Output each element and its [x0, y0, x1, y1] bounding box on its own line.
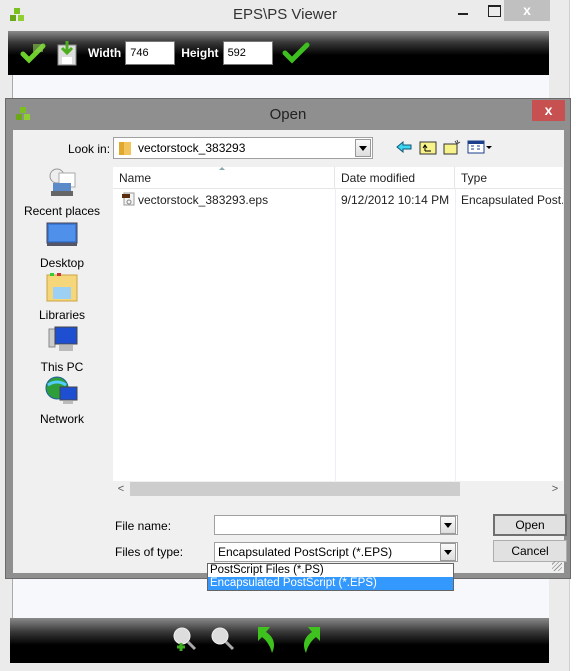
files-of-type-dropdown: PostScript Files (*.PS) Encapsulated Pos…: [207, 563, 454, 591]
files-of-type-combo[interactable]: Encapsulated PostScript (*.EPS): [214, 542, 458, 562]
rotate-right-icon[interactable]: [296, 624, 326, 656]
open-folder-icon[interactable]: [18, 38, 48, 68]
this-pc-icon: [48, 326, 78, 351]
column-header-type[interactable]: Type: [455, 167, 563, 189]
eps-file-icon: [122, 192, 135, 206]
look-in-combo[interactable]: vectorstock_383293: [113, 137, 373, 159]
file-date-cell: 9/12/2012 10:14 PM: [341, 193, 450, 207]
rotate-left-icon[interactable]: [252, 624, 282, 656]
up-folder-icon[interactable]: [419, 139, 437, 155]
height-input[interactable]: [222, 41, 273, 65]
zoom-out-icon[interactable]: [208, 624, 238, 656]
open-button[interactable]: Open: [493, 514, 567, 536]
save-icon[interactable]: [52, 38, 82, 68]
dialog-body: Look in: vectorstock_383293 Recent place…: [13, 130, 567, 573]
dropdown-option-ps[interactable]: PostScript Files (*.PS): [208, 564, 453, 577]
bottom-toolbar: [10, 618, 549, 663]
place-this-pc[interactable]: This PC: [13, 323, 111, 374]
look-in-label: Look in:: [68, 142, 111, 156]
chevron-down-icon[interactable]: [355, 139, 371, 157]
minimize-button[interactable]: [450, 0, 478, 21]
height-label: Height: [181, 46, 219, 60]
place-network[interactable]: Network: [13, 375, 111, 426]
width-label: Width: [88, 46, 122, 60]
files-of-type-value: Encapsulated PostScript (*.EPS): [218, 545, 393, 559]
scroll-left-icon[interactable]: <: [113, 481, 129, 497]
file-row[interactable]: vectorstock_383293.eps 9/12/2012 10:14 P…: [113, 190, 563, 210]
file-type-cell: Encapsulated Post...: [461, 193, 563, 207]
place-recent-places[interactable]: Recent places: [13, 167, 111, 218]
file-list-header: Name Date modified Type: [113, 167, 563, 189]
main-toolbar: Width Height: [8, 31, 549, 75]
zoom-in-icon[interactable]: [170, 624, 200, 656]
column-divider: [455, 189, 456, 481]
place-desktop[interactable]: Desktop: [13, 219, 111, 270]
desktop-icon: [46, 222, 78, 246]
scroll-right-icon[interactable]: >: [547, 481, 563, 497]
dropdown-option-eps[interactable]: Encapsulated PostScript (*.EPS): [208, 577, 453, 590]
chevron-down-icon[interactable]: [440, 543, 456, 561]
cancel-button[interactable]: Cancel: [493, 540, 567, 562]
chevron-down-icon[interactable]: [440, 516, 456, 534]
apply-check-icon[interactable]: [281, 38, 311, 68]
place-libraries[interactable]: Libraries: [13, 271, 111, 322]
file-list: Name Date modified Type vectorstock_3832…: [113, 167, 563, 497]
column-header-name[interactable]: Name: [113, 167, 335, 189]
new-folder-icon[interactable]: [443, 139, 461, 155]
resize-grip[interactable]: [552, 561, 562, 571]
back-icon[interactable]: [395, 139, 413, 155]
places-bar: Recent places Desktop Libraries This PC …: [13, 167, 111, 497]
close-button[interactable]: x: [504, 0, 550, 21]
file-name-combo[interactable]: [214, 515, 458, 535]
libraries-icon: [46, 273, 78, 302]
file-name-text: vectorstock_383293.eps: [138, 193, 269, 207]
recent-places-icon: [49, 168, 76, 196]
column-divider: [335, 189, 336, 481]
main-title-bar: EPS\PS Viewer x: [0, 0, 570, 31]
open-dialog: Open x Look in: vectorstock_383293 Recen…: [5, 98, 571, 579]
file-name-cell: vectorstock_383293.eps: [113, 190, 335, 210]
network-icon: [45, 376, 78, 404]
dialog-close-button[interactable]: x: [532, 100, 565, 121]
column-header-date-modified[interactable]: Date modified: [335, 167, 455, 189]
horizontal-scrollbar[interactable]: < >: [113, 481, 563, 497]
width-input[interactable]: [125, 41, 176, 65]
files-of-type-label: Files of type:: [115, 545, 184, 559]
view-menu-icon[interactable]: [467, 139, 493, 155]
file-name-label: File name:: [115, 519, 172, 533]
scrollbar-thumb[interactable]: [130, 482, 460, 496]
dialog-title: Open: [269, 106, 307, 123]
folder-icon: [119, 142, 131, 155]
dialog-title-bar: Open x: [6, 99, 570, 129]
look-in-value: vectorstock_383293: [138, 141, 246, 155]
